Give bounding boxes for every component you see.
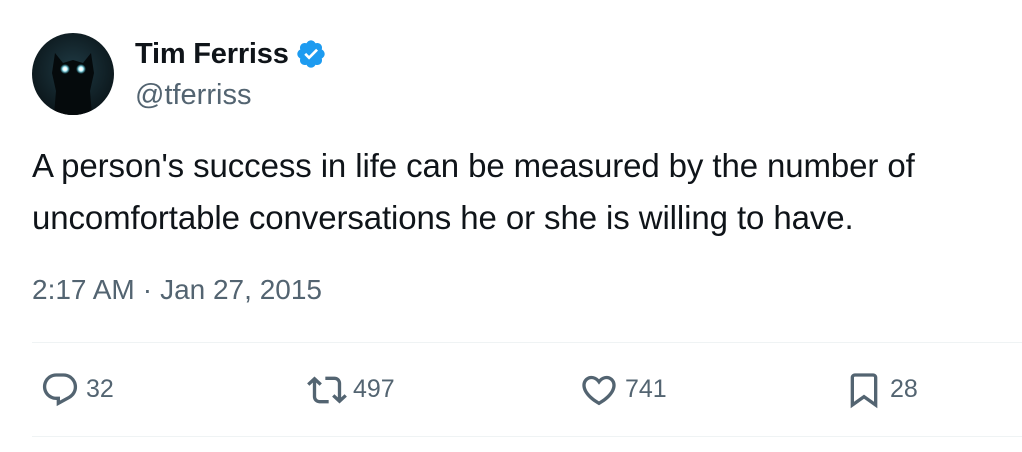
author-display-name[interactable]: Tim Ferriss (135, 38, 289, 71)
like-button[interactable]: 741 (579, 343, 667, 436)
retweet-button[interactable]: 497 (307, 343, 395, 436)
bookmark-icon (844, 370, 884, 410)
reply-count: 32 (86, 375, 114, 403)
tweet-time[interactable]: 2:17 AM (32, 270, 135, 310)
tweet-timestamp: 2:17 AM · Jan 27, 2015 (32, 270, 322, 310)
divider (32, 436, 1022, 437)
name-row: Tim Ferriss (135, 34, 327, 74)
bookmark-count: 28 (890, 375, 918, 403)
bookmark-button[interactable]: 28 (844, 343, 918, 436)
like-count: 741 (625, 375, 667, 403)
timestamp-separator: · (142, 274, 153, 305)
avatar[interactable] (32, 33, 114, 115)
retweet-icon (307, 370, 347, 410)
reply-button[interactable]: 32 (40, 343, 114, 436)
tweet-actions-bar: 32 497 741 28 (32, 343, 1022, 436)
retweet-count: 497 (353, 375, 395, 403)
heart-icon (579, 370, 619, 410)
wolf-avatar-icon (32, 33, 114, 115)
tweet-header: Tim Ferriss @tferriss (32, 33, 327, 115)
tweet-text: A person's success in life can be measur… (32, 147, 915, 236)
author-handle[interactable]: @tferriss (135, 76, 327, 114)
reply-icon (40, 370, 80, 410)
tweet-date[interactable]: Jan 27, 2015 (160, 270, 322, 310)
verified-badge-icon[interactable] (295, 38, 327, 70)
author-identity: Tim Ferriss @tferriss (135, 34, 327, 114)
